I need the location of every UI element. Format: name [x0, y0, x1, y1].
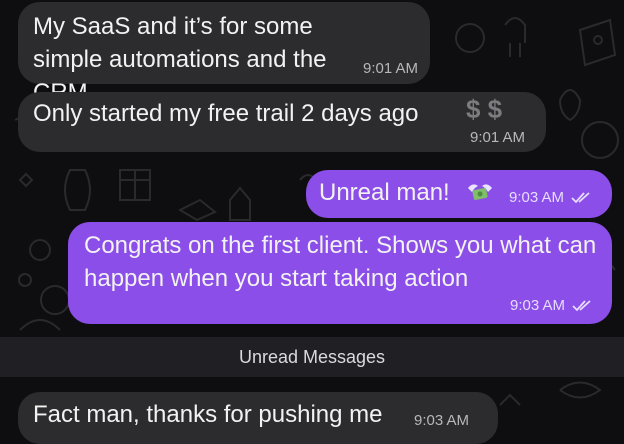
message-text: Fact man, thanks for pushing me — [33, 401, 383, 428]
unread-messages-label: Unread Messages — [238, 346, 386, 367]
dollar-sign-icon: $ $ — [466, 94, 503, 124]
message-bubble-outgoing[interactable]: Unreal man! 9:03 AM — [306, 170, 612, 218]
money-with-wings-icon — [466, 180, 494, 204]
message-time: 9:01 AM — [363, 60, 419, 77]
double-check-icon — [572, 300, 591, 312]
double-check-icon — [571, 192, 590, 204]
message-time: 9:03 AM — [510, 297, 592, 314]
message-bubble-incoming[interactable]: My SaaS and it’s for some simple automat… — [18, 2, 430, 106]
message-text: Congrats on the first client. Shows you … — [84, 232, 597, 292]
message-time: 9:01 AM — [470, 129, 526, 146]
message-text: Unreal man! — [319, 179, 450, 206]
message-bubble-outgoing[interactable]: Congrats on the first client. Shows you … — [68, 222, 612, 324]
message-bubble-incoming[interactable]: Fact man, thanks for pushing me 9:03 AM — [18, 392, 498, 444]
message-time: 9:03 AM — [509, 189, 591, 206]
message-text: Only started my free trail 2 days ago — [33, 100, 419, 127]
message-time: 9:03 AM — [414, 412, 470, 429]
unread-messages-divider: Unread Messages — [0, 337, 624, 377]
message-bubble-incoming[interactable]: Only started my free trail 2 days ago $ … — [18, 92, 546, 152]
